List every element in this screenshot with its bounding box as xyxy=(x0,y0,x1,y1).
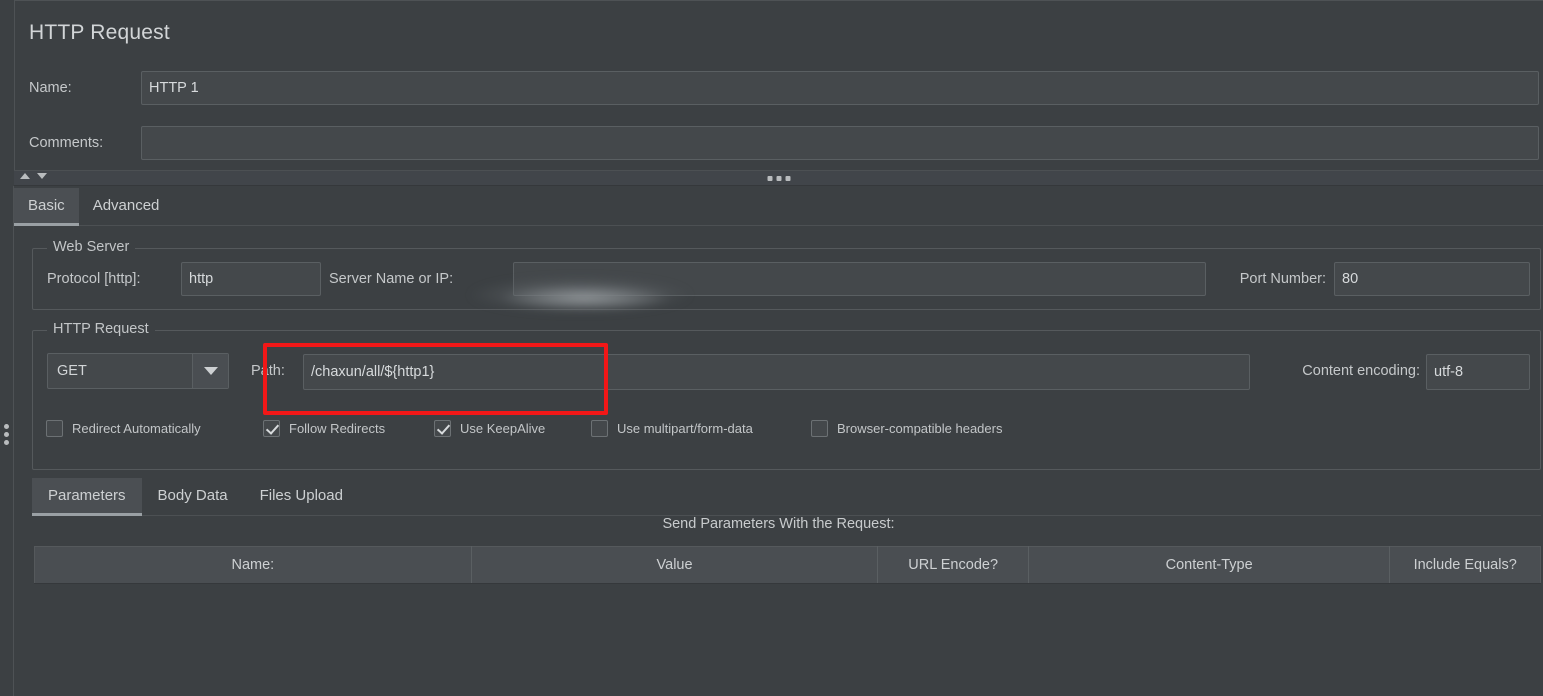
port-number-label: Port Number: xyxy=(1239,271,1326,287)
server-name-input[interactable] xyxy=(513,262,1206,296)
parameters-tabbar: Parameters Body Data Files Upload xyxy=(32,478,1541,516)
content-encoding-label: Content encoding: xyxy=(1302,363,1420,379)
method-value: GET xyxy=(57,363,87,379)
checkbox-checked-icon[interactable] xyxy=(263,419,280,437)
page-title: HTTP Request xyxy=(29,21,170,44)
path-label: Path: xyxy=(251,363,285,379)
checkbox-use-keepalive[interactable]: Use KeepAlive xyxy=(434,416,545,440)
three-dots-icon[interactable] xyxy=(767,176,790,181)
checkbox-redirect-automatically[interactable]: Redirect Automatically xyxy=(46,416,201,440)
checkbox-label: Follow Redirects xyxy=(289,420,386,436)
comments-field-row: Comments: xyxy=(15,126,1541,160)
checkbox-box-icon[interactable] xyxy=(591,419,608,437)
column-header-name[interactable]: Name: xyxy=(34,546,472,584)
tab-body-data[interactable]: Body Data xyxy=(142,478,244,516)
splitter-collapse-controls[interactable] xyxy=(20,173,47,179)
checkbox-label: Redirect Automatically xyxy=(72,420,201,436)
server-name-label: Server Name or IP: xyxy=(329,271,454,287)
tab-basic[interactable]: Basic xyxy=(14,188,79,226)
checkbox-use-multipart-form-data[interactable]: Use multipart/form-data xyxy=(591,416,753,440)
column-header-include-equals[interactable]: Include Equals? xyxy=(1389,546,1541,584)
request-header-panel: HTTP Request Name: Comments: xyxy=(14,0,1543,170)
name-input[interactable] xyxy=(141,71,1539,105)
basic-tab-content: Web Server Protocol [http]: Server Name … xyxy=(14,226,1543,696)
http-request-group-title: HTTP Request xyxy=(47,321,155,337)
checkbox-label: Browser-compatible headers xyxy=(837,420,1003,436)
table-header-row: Name: Value URL Encode? Content-Type Inc… xyxy=(34,546,1541,584)
vertical-split-handle[interactable] xyxy=(0,186,14,696)
triangle-down-icon[interactable] xyxy=(37,173,47,179)
checkbox-follow-redirects[interactable]: Follow Redirects xyxy=(263,416,385,440)
column-header-value[interactable]: Value xyxy=(471,546,879,584)
main-tabbar: Basic Advanced xyxy=(14,188,1543,226)
tab-parameters[interactable]: Parameters xyxy=(32,478,142,516)
parameters-caption: Send Parameters With the Request: xyxy=(662,516,895,532)
web-server-group: Web Server Protocol [http]: Server Name … xyxy=(32,239,1541,310)
checkbox-label: Use multipart/form-data xyxy=(617,420,753,436)
content-encoding-input[interactable] xyxy=(1426,354,1530,390)
comments-label: Comments: xyxy=(29,135,104,151)
port-number-input[interactable] xyxy=(1334,262,1530,296)
checkbox-box-icon[interactable] xyxy=(46,419,63,437)
checkbox-label: Use KeepAlive xyxy=(460,420,546,436)
comments-input[interactable] xyxy=(141,126,1539,160)
path-input[interactable] xyxy=(303,354,1250,390)
checkbox-checked-icon[interactable] xyxy=(434,419,451,437)
protocol-input[interactable] xyxy=(181,262,321,296)
triangle-up-icon[interactable] xyxy=(20,173,30,179)
web-server-group-title: Web Server xyxy=(47,239,136,255)
chevron-down-icon[interactable] xyxy=(192,354,228,388)
three-dots-vertical-icon[interactable] xyxy=(4,424,9,445)
http-request-panel: HTTP Request Name: Comments: Basic Advan… xyxy=(0,0,1543,696)
method-combobox[interactable]: GET xyxy=(47,353,229,389)
column-header-url-encode[interactable]: URL Encode? xyxy=(877,546,1029,584)
name-field-row: Name: xyxy=(15,71,1541,105)
name-label: Name: xyxy=(29,80,72,96)
checkbox-browser-compatible-headers[interactable]: Browser-compatible headers xyxy=(811,416,1002,440)
tab-advanced[interactable]: Advanced xyxy=(79,188,174,226)
protocol-label: Protocol [http]: xyxy=(47,271,141,287)
column-header-content-type[interactable]: Content-Type xyxy=(1028,546,1391,584)
http-request-group: HTTP Request GET Path: Content encoding: xyxy=(32,321,1541,470)
tab-files-upload[interactable]: Files Upload xyxy=(244,478,359,516)
checkbox-box-icon[interactable] xyxy=(811,419,828,437)
horizontal-splitter[interactable] xyxy=(14,170,1543,186)
parameters-table: Name: Value URL Encode? Content-Type Inc… xyxy=(34,546,1541,584)
